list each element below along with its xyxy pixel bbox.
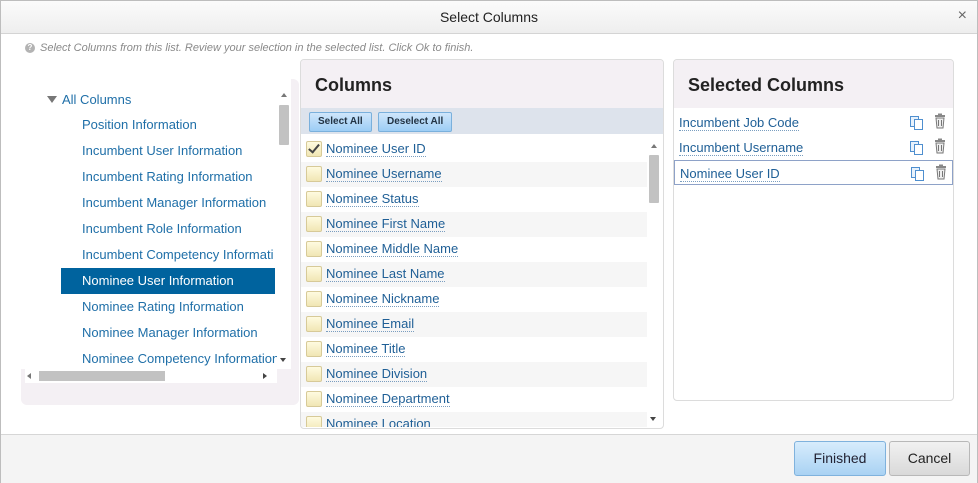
selected-column-row[interactable]: Incumbent Username [674, 135, 953, 160]
column-checkbox[interactable] [306, 241, 322, 257]
select-columns-dialog: Select Columns × ? Select Columns from th… [0, 0, 978, 483]
copy-icon[interactable] [909, 115, 925, 131]
column-label[interactable]: Nominee Nickname [326, 291, 440, 307]
column-row[interactable]: Nominee Title [301, 337, 647, 362]
selected-column-row[interactable]: Incumbent Job Code [674, 110, 953, 135]
selected-panel-title: Selected Columns [688, 75, 845, 95]
dialog-titlebar: Select Columns × [1, 1, 977, 34]
copy-icon[interactable] [909, 140, 925, 156]
dialog-title: Select Columns [439, 9, 539, 25]
column-label[interactable]: Nominee Division [326, 366, 428, 382]
columns-panel-title: Columns [315, 75, 393, 95]
selected-column-label[interactable]: Nominee User ID [680, 166, 780, 182]
column-row[interactable]: Nominee Department [301, 387, 647, 412]
trash-icon[interactable] [932, 113, 948, 129]
tree-item[interactable]: Nominee Competency Information [61, 346, 277, 369]
scroll-right-arrow-icon[interactable] [263, 373, 267, 379]
tree-root-label: All Columns [62, 92, 132, 107]
select-all-button[interactable]: Select All [309, 112, 372, 132]
scroll-down-arrow-icon[interactable] [650, 417, 656, 421]
column-row[interactable]: Nominee Status [301, 187, 647, 212]
tree-item[interactable]: Nominee User Information [61, 268, 275, 294]
trash-icon[interactable] [932, 138, 948, 154]
tree-item[interactable]: Incumbent Role Information [61, 216, 277, 242]
column-checkbox[interactable] [306, 216, 322, 232]
column-checkbox[interactable] [306, 266, 322, 282]
column-row[interactable]: Nominee Nickname [301, 287, 647, 312]
tree-vertical-scrollbar[interactable] [277, 79, 291, 369]
column-label[interactable]: Nominee Title [326, 341, 406, 357]
selected-column-row[interactable]: Nominee User ID [674, 160, 953, 185]
scroll-up-arrow-icon[interactable] [281, 93, 287, 97]
column-checkbox[interactable] [306, 316, 322, 332]
scroll-up-arrow-icon[interactable] [651, 144, 657, 148]
tree-root-all-columns[interactable]: All Columns [47, 92, 131, 107]
columns-button-bar: Select All Deselect All [301, 108, 663, 134]
columns-list: Nominee User ID Nominee Username Nominee S… [301, 137, 647, 427]
scroll-down-arrow-icon[interactable] [280, 358, 286, 362]
selected-panel-header: Selected Columns [674, 60, 953, 108]
expand-triangle-icon[interactable] [47, 96, 57, 103]
tree-horizontal-scrollbar[interactable] [25, 369, 277, 383]
column-checkbox[interactable] [306, 141, 322, 157]
column-label[interactable]: Nominee Status [326, 191, 419, 207]
column-row[interactable]: Nominee First Name [301, 212, 647, 237]
column-checkbox[interactable] [306, 391, 322, 407]
column-row[interactable]: Nominee Username [301, 162, 647, 187]
column-row[interactable]: Nominee Location [301, 412, 647, 427]
column-row[interactable]: Nominee User ID [301, 137, 647, 162]
column-row[interactable]: Nominee Middle Name [301, 237, 647, 262]
columns-vertical-scrollbar[interactable] [647, 137, 661, 427]
column-row[interactable]: Nominee Division [301, 362, 647, 387]
copy-icon[interactable] [910, 166, 926, 182]
tree-item[interactable]: Incumbent Manager Information [61, 190, 277, 216]
columns-vertical-scroll-thumb[interactable] [649, 155, 659, 203]
tree-vertical-scroll-thumb[interactable] [279, 105, 289, 145]
close-icon[interactable]: × [958, 7, 967, 25]
cancel-button[interactable]: Cancel [889, 441, 970, 476]
finished-button[interactable]: Finished [794, 441, 886, 476]
column-label[interactable]: Nominee Email [326, 316, 415, 332]
tree-item[interactable]: Nominee Manager Information [61, 320, 277, 346]
category-tree: All Columns Position Information Incumben… [21, 79, 277, 369]
selected-column-label[interactable]: Incumbent Job Code [679, 115, 799, 131]
column-label[interactable]: Nominee Last Name [326, 266, 445, 282]
column-checkbox[interactable] [306, 291, 322, 307]
trash-icon[interactable] [933, 164, 949, 180]
selected-columns-panel: Selected Columns Incumbent Job Code Incum… [673, 59, 954, 401]
column-label[interactable]: Nominee Username [326, 166, 442, 182]
tree-horizontal-scroll-thumb[interactable] [39, 371, 165, 381]
column-checkbox[interactable] [306, 366, 322, 382]
tree-item[interactable]: Incumbent Rating Information [61, 164, 277, 190]
column-label[interactable]: Nominee User ID [326, 141, 426, 157]
category-tree-panel: All Columns Position Information Incumben… [21, 79, 299, 405]
column-label[interactable]: Nominee Location [326, 416, 431, 427]
tree-item[interactable]: Incumbent Competency Informati [61, 242, 277, 268]
tree-item[interactable]: Position Information [61, 112, 277, 138]
selected-column-label[interactable]: Incumbent Username [679, 140, 804, 156]
column-row[interactable]: Nominee Email [301, 312, 647, 337]
instructions-hint: ? Select Columns from this list. Review y… [25, 42, 473, 54]
tree-item[interactable]: Incumbent User Information [61, 138, 277, 164]
help-icon: ? [25, 43, 35, 53]
column-checkbox[interactable] [306, 166, 322, 182]
tree-item[interactable]: Nominee Rating Information [61, 294, 277, 320]
column-label[interactable]: Nominee First Name [326, 216, 446, 232]
column-label[interactable]: Nominee Department [326, 391, 450, 407]
scroll-left-arrow-icon[interactable] [27, 373, 31, 379]
column-checkbox[interactable] [306, 416, 322, 427]
deselect-all-button[interactable]: Deselect All [378, 112, 453, 132]
columns-panel-header: Columns [301, 60, 663, 108]
columns-panel: Columns Select All Deselect All Nominee … [300, 59, 664, 429]
dialog-footer: Finished Cancel [1, 434, 977, 483]
column-row[interactable]: Nominee Last Name [301, 262, 647, 287]
column-checkbox[interactable] [306, 191, 322, 207]
column-label[interactable]: Nominee Middle Name [326, 241, 459, 257]
column-checkbox[interactable] [306, 341, 322, 357]
hint-text: Select Columns from this list. Review yo… [40, 42, 474, 54]
